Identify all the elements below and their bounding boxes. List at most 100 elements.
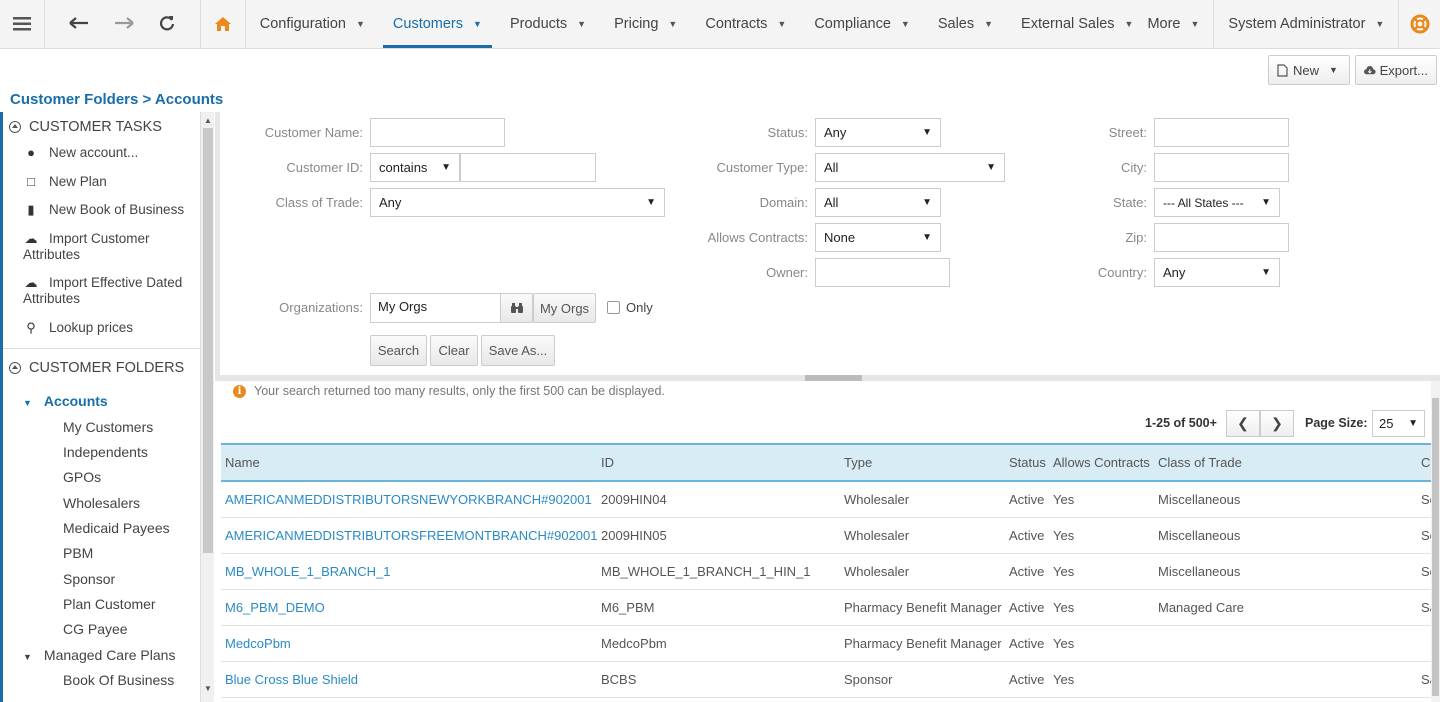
user-menu[interactable]: System Administrator ▼: [1213, 0, 1400, 48]
splitter-grip[interactable]: [805, 375, 862, 381]
clear-button[interactable]: Clear: [430, 335, 478, 366]
back-button[interactable]: [69, 16, 89, 32]
table-row[interactable]: Blue Cross Blue Shield BCBS Sponsor Acti…: [221, 661, 1431, 698]
scrollbar-thumb[interactable]: [203, 128, 213, 553]
refresh-button[interactable]: [159, 15, 175, 34]
table-row[interactable]: MB_WHOLE_1_BRANCH_1 MB_WHOLE_1_BRANCH_1_…: [221, 553, 1431, 590]
column-header[interactable]: Ci: [1417, 443, 1431, 482]
task-new-book-of-business[interactable]: ▮ New Book of Business: [23, 202, 198, 218]
export-button[interactable]: Export...: [1355, 55, 1437, 85]
account-name-link[interactable]: MedcoPbm: [221, 625, 597, 662]
organizations-input[interactable]: My Orgs: [370, 293, 501, 323]
customer-folders-header[interactable]: CUSTOMER FOLDERS: [9, 360, 184, 376]
caret-down-icon: ▼: [577, 19, 587, 29]
folder-item[interactable]: My Customers: [63, 419, 153, 435]
table-row[interactable]: AMERICANMEDDISTRIBUTORSFREEMONTBRANCH#90…: [221, 517, 1431, 554]
document-icon: [1277, 63, 1288, 77]
table-cell: Active: [1005, 481, 1049, 518]
account-name-link[interactable]: MB_WHOLE_1_BRANCH_1: [221, 553, 597, 590]
folder-item[interactable]: CG Payee: [63, 621, 128, 637]
vertical-splitter[interactable]: [215, 112, 220, 375]
folder-item[interactable]: Plan Customer: [63, 596, 156, 612]
sidebar-scrollbar[interactable]: ▲ ▼: [200, 112, 214, 702]
table-row[interactable]: MedcoPbm MedcoPbm Pharmacy Benefit Manag…: [221, 625, 1431, 662]
hamburger-menu-button[interactable]: [0, 0, 45, 48]
account-name-link[interactable]: AMERICANMEDDISTRIBUTORSNEWYORKBRANCH#902…: [221, 481, 597, 518]
task-lookup-prices[interactable]: ⚲ Lookup prices: [23, 320, 198, 336]
prev-page-button[interactable]: ❮: [1226, 410, 1260, 437]
folder-item[interactable]: Wholesalers: [63, 495, 140, 511]
forward-button[interactable]: [114, 16, 135, 32]
account-name-link[interactable]: Blue Cross Blue Shield: [221, 661, 597, 698]
customer-type-select[interactable]: All ▼: [815, 153, 1005, 182]
help-button[interactable]: [1399, 0, 1440, 48]
folder-managed-care-plans[interactable]: ▼ Managed Care Plans: [23, 647, 175, 663]
customer-tasks-header[interactable]: CUSTOMER TASKS: [9, 119, 162, 135]
task-new-account[interactable]: ● New account...: [23, 145, 198, 161]
column-header[interactable]: Type: [840, 443, 1005, 482]
zip-input[interactable]: [1154, 223, 1289, 252]
folder-item[interactable]: Book Of Business: [63, 672, 174, 688]
column-header[interactable]: Class of Trade: [1154, 443, 1417, 482]
new-button[interactable]: New ▼: [1268, 55, 1350, 85]
next-page-button[interactable]: ❯: [1260, 410, 1294, 437]
column-header[interactable]: ID: [597, 443, 840, 482]
caret-down-icon: ▼: [922, 127, 932, 138]
status-select[interactable]: Any ▼: [815, 118, 941, 147]
my-orgs-button[interactable]: My Orgs: [533, 293, 596, 323]
menu-products[interactable]: Products ▼: [496, 0, 600, 48]
menu-configuration[interactable]: Configuration ▼: [246, 0, 379, 48]
allows-contracts-select[interactable]: None ▼: [815, 223, 941, 252]
menu-more[interactable]: More ▼: [1147, 0, 1213, 48]
folder-item[interactable]: PBM: [63, 545, 93, 561]
class-of-trade-select[interactable]: Any ▼: [370, 188, 665, 217]
folder-item[interactable]: Independents: [63, 444, 148, 460]
menu-external-sales[interactable]: External Sales ▼: [1007, 0, 1147, 48]
account-name-link[interactable]: M6_PBM_DEMO: [221, 589, 597, 626]
folder-item[interactable]: GPOs: [63, 469, 101, 485]
only-label: Only: [626, 300, 653, 315]
task-import-customer-attributes[interactable]: ☁ Import Customer Attributes: [23, 231, 193, 263]
only-checkbox[interactable]: [607, 301, 620, 314]
column-header[interactable]: Status: [1005, 443, 1049, 482]
column-header[interactable]: Name: [221, 443, 597, 482]
organizations-lookup-button[interactable]: [500, 293, 533, 323]
menu-contracts[interactable]: Contracts ▼: [691, 0, 800, 48]
menu-customers[interactable]: Customers ▼: [379, 0, 496, 48]
menu-label: Contracts: [705, 16, 768, 32]
select-value: 25: [1379, 416, 1394, 431]
task-import-effective-dated-attributes[interactable]: ☁ Import Effective Dated Attributes: [23, 275, 198, 307]
table-cell: Wholesaler: [840, 517, 1005, 554]
account-name-link[interactable]: AMERICANMEDDISTRIBUTORSFREEMONTBRANCH#90…: [221, 517, 597, 554]
save-as-button[interactable]: Save As...: [481, 335, 555, 366]
table-row[interactable]: M6_PBM_DEMO M6_PBM Pharmacy Benefit Mana…: [221, 589, 1431, 626]
table-cell: Yes: [1049, 553, 1154, 590]
owner-input[interactable]: [815, 258, 950, 287]
menu-compliance[interactable]: Compliance ▼: [800, 0, 924, 48]
folder-item[interactable]: Medicaid Payees: [63, 520, 170, 536]
city-input[interactable]: [1154, 153, 1289, 182]
table-row[interactable]: AMERICANMEDDISTRIBUTORSNEWYORKBRANCH#902…: [221, 481, 1431, 518]
column-header[interactable]: Allows Contracts: [1049, 443, 1154, 482]
menu-sales[interactable]: Sales ▼: [924, 0, 1007, 48]
home-button[interactable]: [201, 0, 246, 48]
customer-id-input[interactable]: [460, 153, 596, 182]
customer-id-operator-select[interactable]: contains ▼: [370, 153, 460, 182]
search-button[interactable]: Search: [370, 335, 427, 366]
folder-item[interactable]: Sponsor: [63, 571, 115, 587]
breadcrumb[interactable]: Customer Folders > Accounts: [10, 91, 223, 108]
page-size-select[interactable]: 25 ▼: [1372, 410, 1425, 437]
table-cell: Managed Care: [1154, 589, 1417, 626]
domain-select[interactable]: All ▼: [815, 188, 941, 217]
street-input[interactable]: [1154, 118, 1289, 147]
folder-accounts[interactable]: ▼ Accounts: [23, 393, 108, 409]
scrollbar-thumb[interactable]: [1432, 398, 1439, 696]
task-new-plan[interactable]: □ New Plan: [23, 174, 198, 190]
state-select[interactable]: --- All States --- ▼: [1154, 188, 1280, 217]
country-select[interactable]: Any ▼: [1154, 258, 1280, 287]
customer-name-input[interactable]: [370, 118, 505, 147]
menu-pricing[interactable]: Pricing ▼: [600, 0, 691, 48]
table-cell: Yes: [1049, 625, 1154, 662]
arrow-right-icon: [115, 16, 135, 29]
table-cell: Yes: [1049, 661, 1154, 698]
